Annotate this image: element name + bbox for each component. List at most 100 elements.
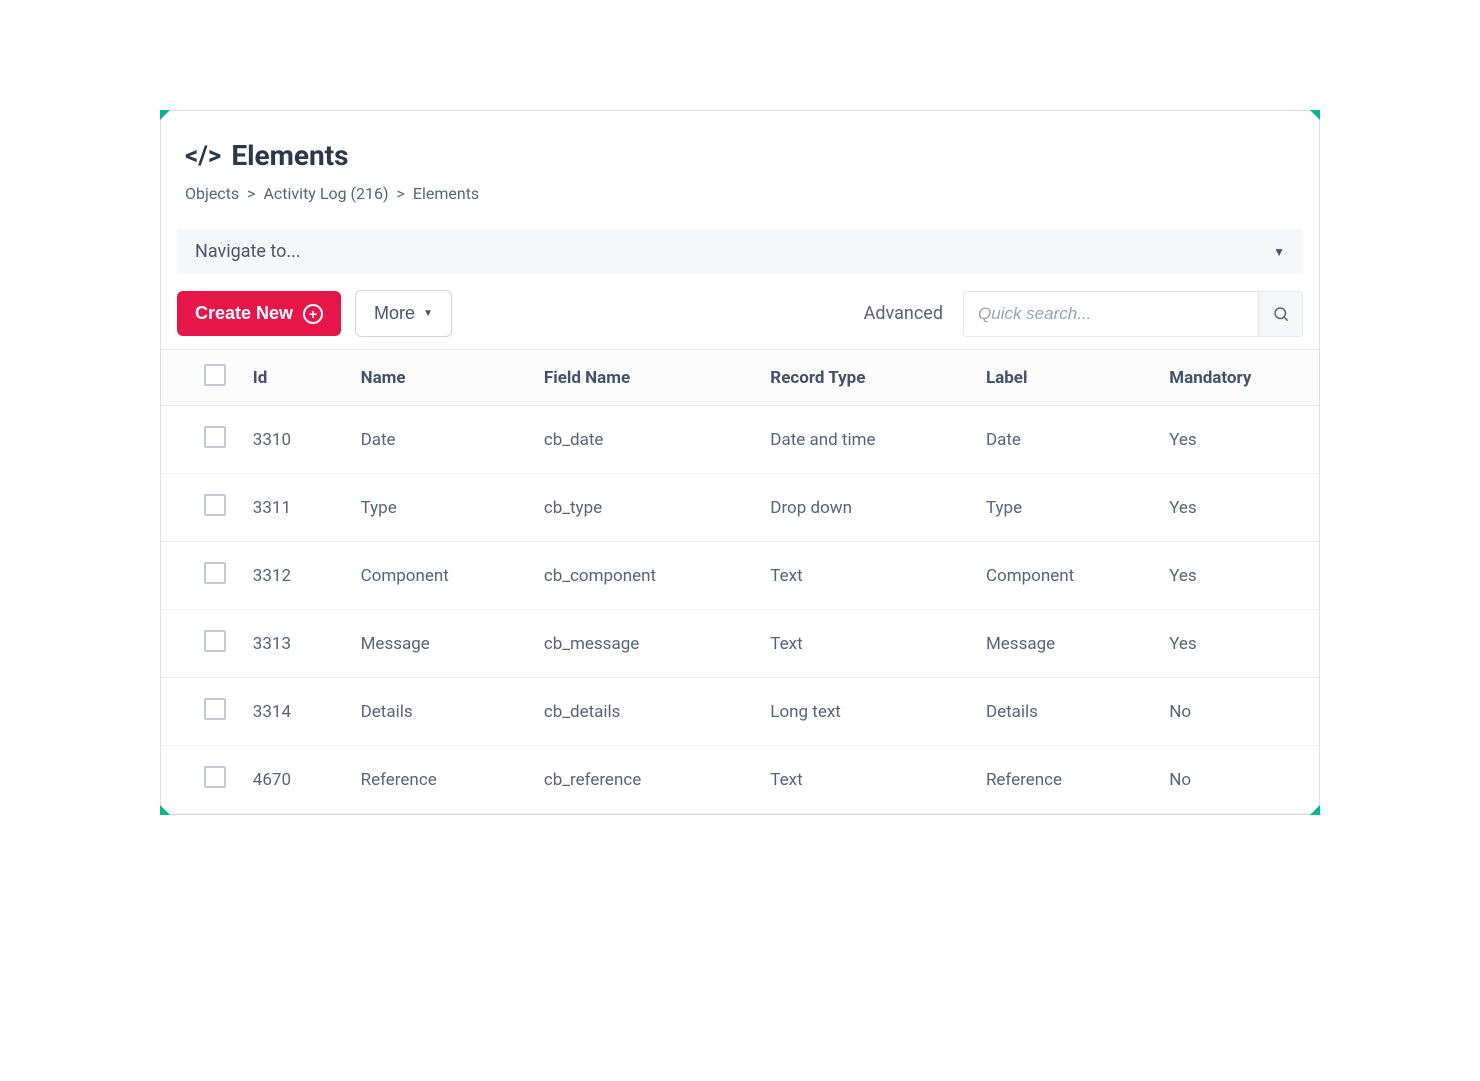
element-name-link[interactable]: Component: [361, 566, 449, 586]
cell-name: Reference: [349, 746, 532, 814]
element-name-link[interactable]: Message: [361, 634, 430, 654]
breadcrumb-link-elements[interactable]: Elements: [413, 184, 479, 203]
table-row[interactable]: 4670Referencecb_referenceTextReferenceNo: [161, 746, 1319, 814]
create-new-label: Create New: [195, 303, 293, 324]
column-header-checkbox: [161, 350, 241, 406]
cell-name: Type: [349, 474, 532, 542]
row-checkbox-cell: [161, 474, 241, 542]
cell-label: Date: [974, 406, 1157, 474]
column-header-mandatory[interactable]: Mandatory: [1157, 350, 1319, 406]
cell-id: 3313: [241, 610, 349, 678]
cell-id: 3311: [241, 474, 349, 542]
code-icon: </>: [185, 141, 221, 171]
row-checkbox-cell: [161, 542, 241, 610]
page-title: Elements: [231, 139, 348, 172]
corner-decoration: [1310, 805, 1320, 815]
cell-record-type: Drop down: [758, 474, 974, 542]
cell-name: Date: [349, 406, 532, 474]
corner-decoration: [160, 805, 170, 815]
breadcrumb: Objects > Activity Log (216) > Elements: [185, 184, 1295, 203]
search-input[interactable]: [964, 292, 1258, 336]
column-header-record-type[interactable]: Record Type: [758, 350, 974, 406]
cell-label: Component: [974, 542, 1157, 610]
row-checkbox[interactable]: [204, 494, 226, 516]
row-checkbox-cell: [161, 678, 241, 746]
panel-header: </> Elements Objects > Activity Log (216…: [161, 111, 1319, 215]
cell-record-type: Text: [758, 746, 974, 814]
more-button[interactable]: More ▼: [355, 290, 452, 337]
cell-field-name: cb_message: [532, 610, 758, 678]
cell-label: Reference: [974, 746, 1157, 814]
cell-field-name: cb_type: [532, 474, 758, 542]
table-row[interactable]: 3314Detailscb_detailsLong textDetailsNo: [161, 678, 1319, 746]
cell-name: Message: [349, 610, 532, 678]
navigate-dropdown[interactable]: Navigate to... ▼: [177, 229, 1303, 274]
cell-mandatory: Yes: [1157, 542, 1319, 610]
cell-label: Details: [974, 678, 1157, 746]
column-header-field-name[interactable]: Field Name: [532, 350, 758, 406]
search-icon: [1272, 305, 1290, 323]
cell-mandatory: Yes: [1157, 474, 1319, 542]
row-checkbox[interactable]: [204, 766, 226, 788]
cell-record-type: Text: [758, 542, 974, 610]
row-checkbox[interactable]: [204, 630, 226, 652]
table-row[interactable]: 3311Typecb_typeDrop downTypeYes: [161, 474, 1319, 542]
cell-field-name: cb_reference: [532, 746, 758, 814]
plus-circle-icon: +: [303, 304, 323, 324]
column-header-name[interactable]: Name: [349, 350, 532, 406]
table-row[interactable]: 3312Componentcb_componentTextComponentYe…: [161, 542, 1319, 610]
cell-record-type: Long text: [758, 678, 974, 746]
table-row[interactable]: 3313Messagecb_messageTextMessageYes: [161, 610, 1319, 678]
cell-id: 3310: [241, 406, 349, 474]
cell-field-name: cb_component: [532, 542, 758, 610]
corner-decoration: [160, 110, 170, 120]
element-name-link[interactable]: Type: [361, 498, 397, 518]
cell-name: Details: [349, 678, 532, 746]
row-checkbox-cell: [161, 610, 241, 678]
row-checkbox[interactable]: [204, 562, 226, 584]
element-name-link[interactable]: Date: [361, 430, 396, 450]
row-checkbox[interactable]: [204, 426, 226, 448]
breadcrumb-link-activity-log[interactable]: Activity Log (216): [263, 184, 388, 203]
cell-mandatory: No: [1157, 678, 1319, 746]
cell-id: 3314: [241, 678, 349, 746]
search-button[interactable]: [1258, 292, 1302, 336]
cell-label: Type: [974, 474, 1157, 542]
row-checkbox[interactable]: [204, 698, 226, 720]
select-all-checkbox[interactable]: [204, 364, 226, 386]
search-box: [963, 291, 1303, 337]
cell-label: Message: [974, 610, 1157, 678]
navigate-label: Navigate to...: [195, 241, 301, 262]
chevron-down-icon: ▼: [1273, 245, 1285, 259]
breadcrumb-separator: >: [247, 184, 255, 203]
advanced-link[interactable]: Advanced: [864, 303, 943, 324]
cell-field-name: cb_date: [532, 406, 758, 474]
cell-name: Component: [349, 542, 532, 610]
cell-id: 4670: [241, 746, 349, 814]
table-header-row: Id Name Field Name Record Type Label Man…: [161, 350, 1319, 406]
element-name-link[interactable]: Details: [361, 702, 413, 722]
cell-mandatory: Yes: [1157, 610, 1319, 678]
more-label: More: [374, 303, 415, 324]
cell-mandatory: No: [1157, 746, 1319, 814]
breadcrumb-separator: >: [397, 184, 405, 203]
cell-record-type: Text: [758, 610, 974, 678]
row-checkbox-cell: [161, 406, 241, 474]
row-checkbox-cell: [161, 746, 241, 814]
create-new-button[interactable]: Create New +: [177, 291, 341, 336]
cell-mandatory: Yes: [1157, 406, 1319, 474]
element-name-link[interactable]: Reference: [361, 770, 437, 790]
cell-record-type: Date and time: [758, 406, 974, 474]
elements-panel: </> Elements Objects > Activity Log (216…: [160, 110, 1320, 815]
corner-decoration: [1310, 110, 1320, 120]
elements-table: Id Name Field Name Record Type Label Man…: [161, 349, 1319, 814]
cell-field-name: cb_details: [532, 678, 758, 746]
column-header-id[interactable]: Id: [241, 350, 349, 406]
caret-down-icon: ▼: [423, 308, 433, 319]
table-row[interactable]: 3310Datecb_dateDate and timeDateYes: [161, 406, 1319, 474]
title-row: </> Elements: [185, 139, 1295, 172]
breadcrumb-link-objects[interactable]: Objects: [185, 184, 239, 203]
toolbar: Create New + More ▼ Advanced: [161, 274, 1319, 349]
column-header-label[interactable]: Label: [974, 350, 1157, 406]
cell-id: 3312: [241, 542, 349, 610]
